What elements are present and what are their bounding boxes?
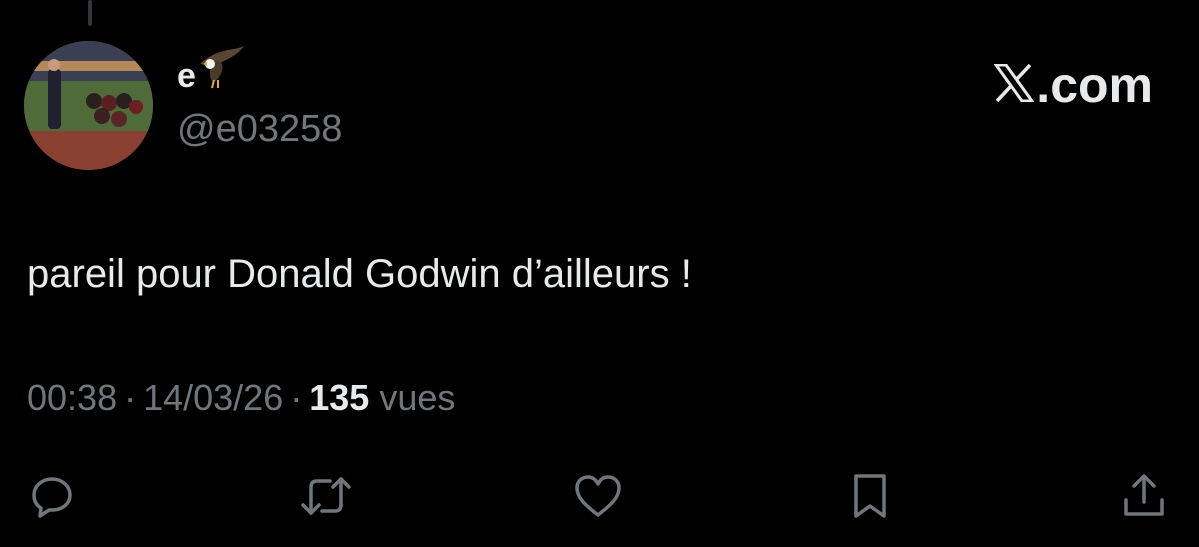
brand-label: .com xyxy=(1036,57,1153,113)
eagle-icon xyxy=(198,46,246,96)
tweet-actions-bar xyxy=(0,470,1199,520)
retweet-button[interactable] xyxy=(300,470,352,522)
author-name-text: e xyxy=(177,57,196,95)
reply-icon xyxy=(32,477,72,518)
tweet-meta: 00:38 · 14/03/26 · 135 vues xyxy=(27,380,455,416)
avatar[interactable] xyxy=(24,41,153,170)
bookmark-icon xyxy=(854,474,886,518)
reply-button[interactable] xyxy=(26,470,78,522)
thread-connector-line xyxy=(88,0,92,26)
share-button[interactable] xyxy=(1118,470,1170,522)
heart-icon xyxy=(575,475,621,517)
author-display-name[interactable]: e xyxy=(177,46,246,96)
tweet-time[interactable]: 00:38 xyxy=(27,377,117,418)
x-logo-icon xyxy=(993,60,1036,110)
meta-separator: · xyxy=(290,377,303,418)
bookmark-button[interactable] xyxy=(844,470,896,522)
share-icon xyxy=(1124,474,1164,516)
author-handle[interactable]: @e03258 xyxy=(177,110,342,148)
tweet-text: pareil pour Donald Godwin d’ailleurs ! xyxy=(27,252,692,296)
views-label: vues xyxy=(379,377,456,418)
like-button[interactable] xyxy=(572,470,624,522)
avatar-image xyxy=(24,41,153,170)
views-count: 135 xyxy=(309,377,370,418)
brand-watermark: .com xyxy=(993,57,1153,113)
meta-separator: · xyxy=(124,377,137,418)
tweet-date[interactable]: 14/03/26 xyxy=(143,377,283,418)
retweet-icon xyxy=(301,477,351,515)
